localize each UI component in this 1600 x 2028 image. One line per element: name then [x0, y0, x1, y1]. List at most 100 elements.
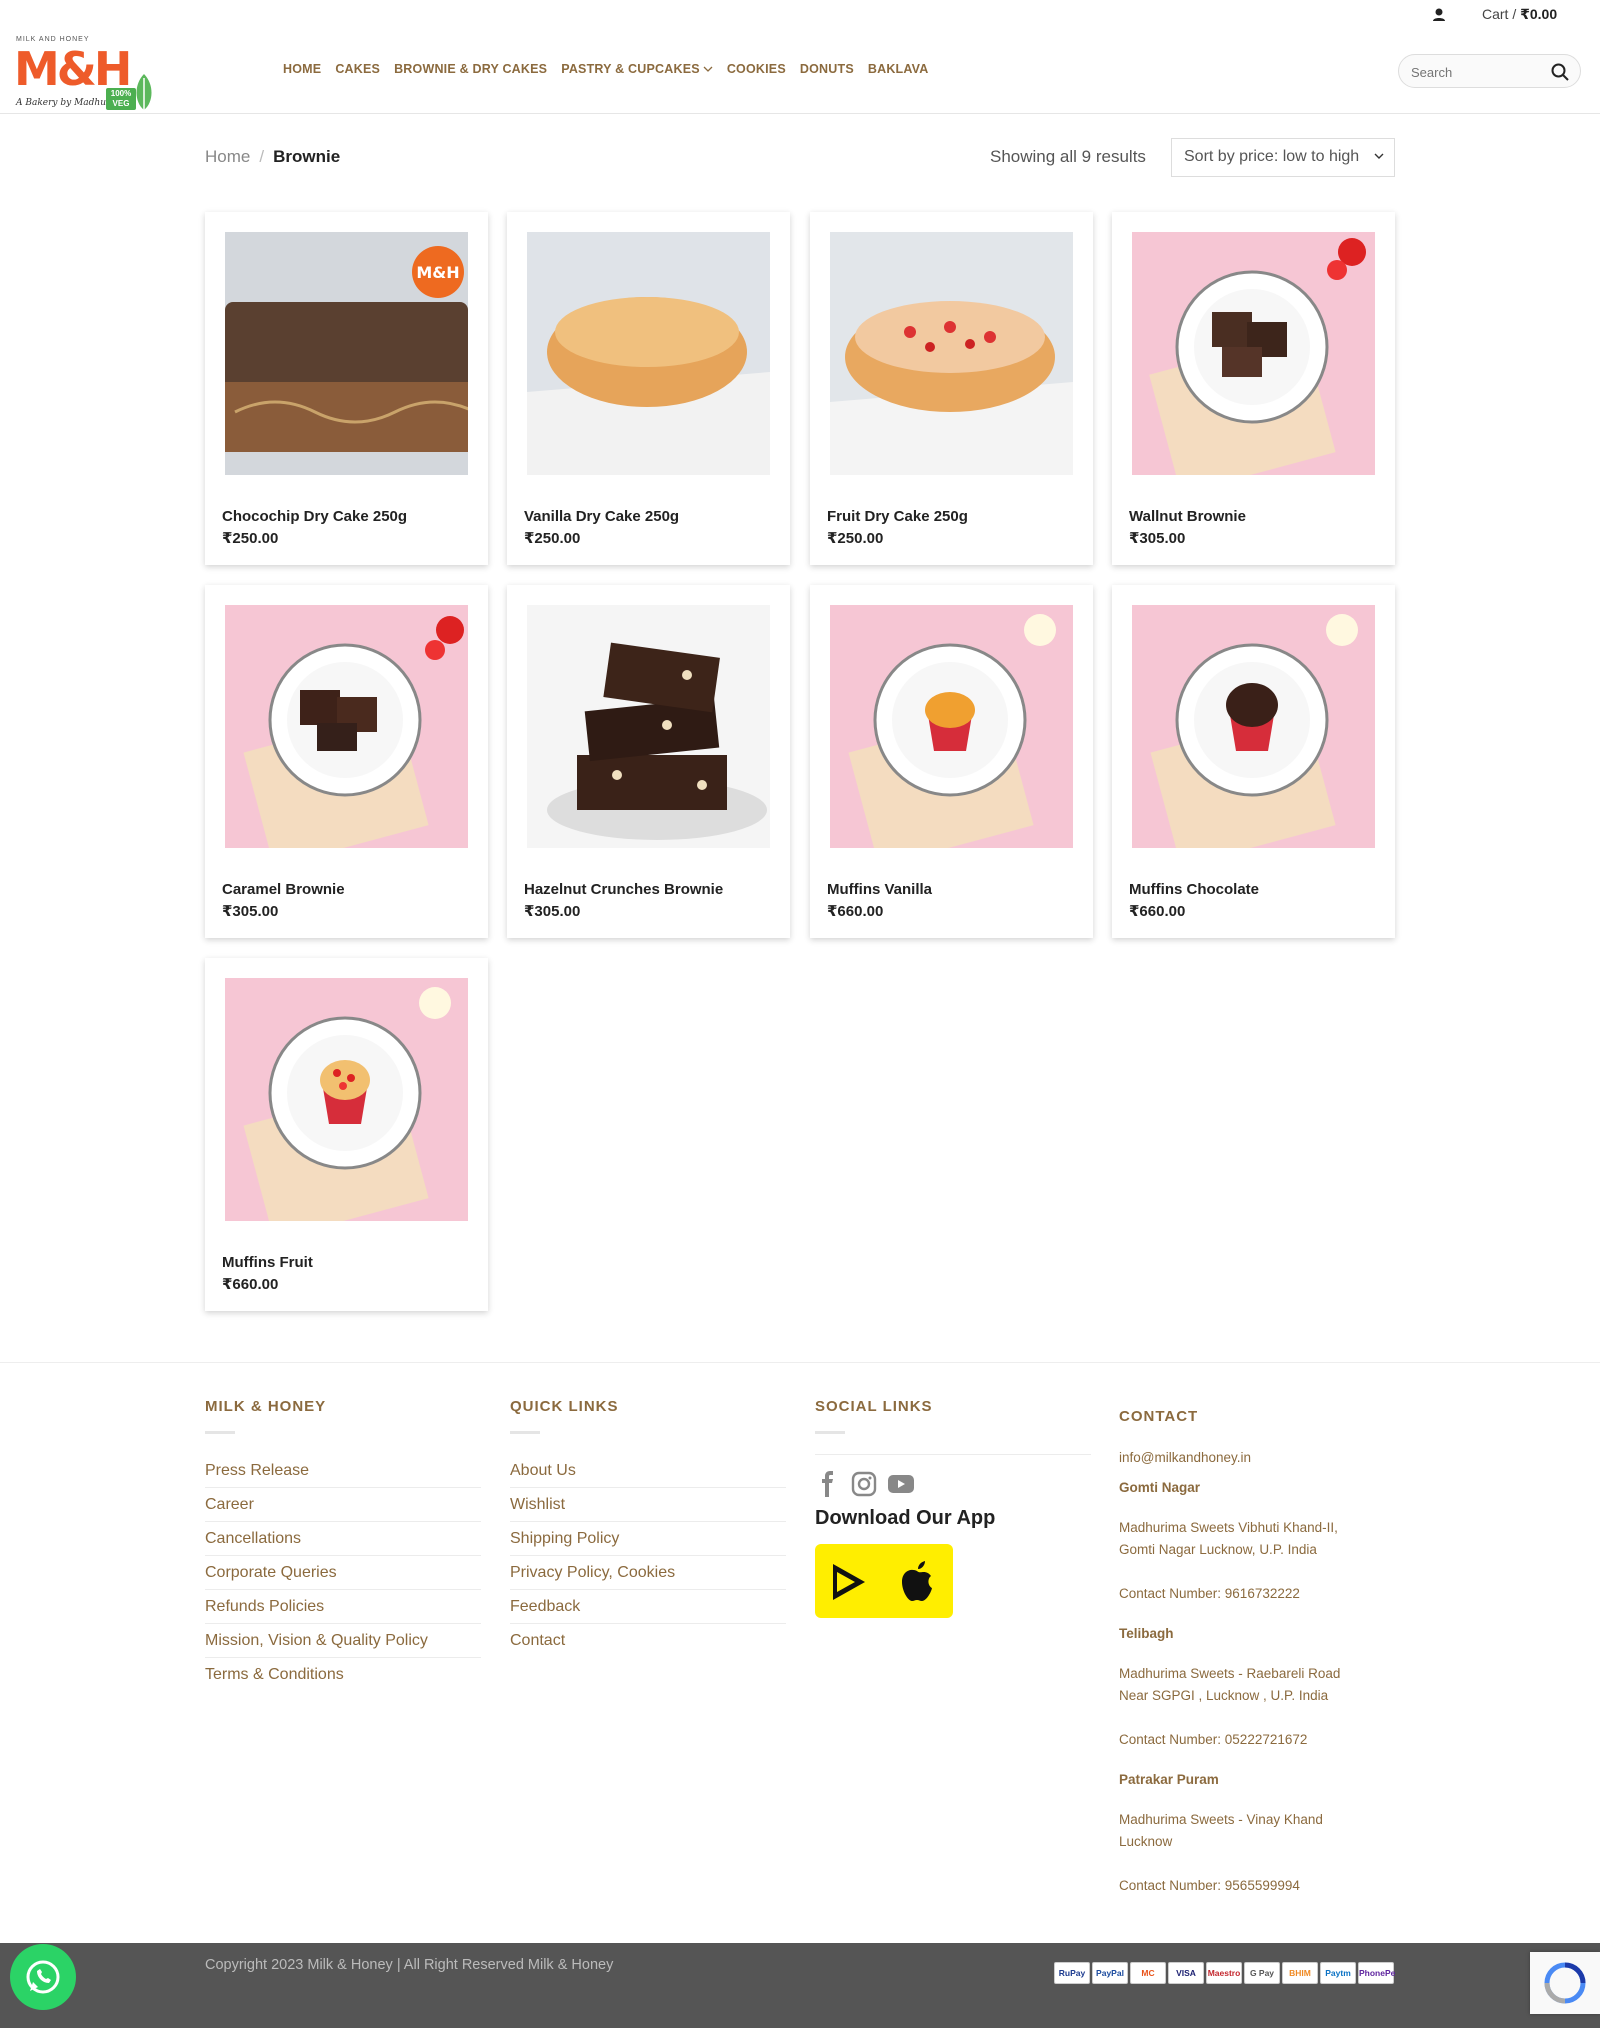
top-bar: Cart / ₹0.00: [0, 0, 1600, 30]
youtube-icon[interactable]: [887, 1471, 915, 1497]
svg-text:M&H: M&H: [416, 263, 459, 282]
nav-donuts[interactable]: DONUTS: [800, 62, 854, 76]
sort-select[interactable]: Sort by price: low to high: [1171, 138, 1395, 177]
facebook-icon[interactable]: [815, 1471, 841, 1497]
breadcrumb-home[interactable]: Home: [205, 147, 250, 166]
footer-heading: QUICK LINKS: [510, 1398, 619, 1415]
product-image[interactable]: [830, 232, 1073, 475]
product-image[interactable]: [830, 605, 1073, 848]
location-address: Madhurima Sweets - Raebareli Road: [1119, 1666, 1341, 1681]
location-address: Madhurima Sweets - Vinay Khand: [1119, 1812, 1323, 1827]
footer-link-contact[interactable]: Contact: [510, 1624, 786, 1657]
footer-link-press-release[interactable]: Press Release: [205, 1454, 481, 1488]
search-icon[interactable]: [1550, 62, 1570, 82]
footer-link-mission[interactable]: Mission, Vision & Quality Policy: [205, 1624, 481, 1658]
product-card[interactable]: Caramel Brownie ₹305.00: [205, 585, 488, 938]
bhim-icon: BHIM: [1282, 1962, 1318, 1984]
location-name: Telibagh: [1119, 1626, 1174, 1641]
location-phone[interactable]: Contact Number: 9565599994: [1119, 1875, 1340, 1897]
product-image[interactable]: [527, 232, 770, 475]
app-download-badge: [815, 1544, 953, 1618]
product-price: ₹250.00: [827, 530, 884, 547]
contact-email[interactable]: info@milkandhoney.in: [1119, 1447, 1340, 1469]
whatsapp-button[interactable]: [10, 1944, 76, 2010]
product-price: ₹305.00: [1129, 530, 1186, 547]
footer-link-refunds[interactable]: Refunds Policies: [205, 1590, 481, 1624]
heading-divider: [510, 1431, 540, 1434]
nav-brownie-dry-cakes[interactable]: BROWNIE & DRY CAKES: [394, 62, 547, 76]
breadcrumb-current: Brownie: [273, 147, 341, 166]
product-card[interactable]: Wallnut Brownie ₹305.00: [1112, 212, 1395, 565]
results-count: Showing all 9 results: [990, 147, 1146, 166]
instagram-icon[interactable]: [851, 1471, 877, 1497]
nav-baklava[interactable]: BAKLAVA: [868, 62, 929, 76]
product-name[interactable]: Muffins Fruit: [222, 1254, 313, 1271]
recaptcha-badge[interactable]: [1530, 1952, 1600, 2014]
product-name[interactable]: Fruit Dry Cake 250g: [827, 508, 968, 525]
product-card[interactable]: Muffins Fruit ₹660.00: [205, 958, 488, 1311]
location-phone[interactable]: Contact Number: 05222721672: [1119, 1729, 1340, 1751]
product-image[interactable]: [1132, 232, 1375, 475]
product-price: ₹305.00: [222, 903, 279, 920]
product-name[interactable]: Wallnut Brownie: [1129, 508, 1246, 525]
nav-home[interactable]: HOME: [283, 62, 321, 76]
location-address: Lucknow: [1119, 1834, 1173, 1849]
breadcrumb-separator: /: [259, 147, 265, 166]
product-name[interactable]: Vanilla Dry Cake 250g: [524, 508, 679, 525]
footer-link-shipping[interactable]: Shipping Policy: [510, 1522, 786, 1556]
footer-heading: CONTACT: [1119, 1408, 1199, 1425]
product-card[interactable]: Vanilla Dry Cake 250g ₹250.00: [507, 212, 790, 565]
product-price: ₹660.00: [1129, 903, 1186, 920]
product-image[interactable]: M&H: [225, 232, 468, 475]
footer-link-terms[interactable]: Terms & Conditions: [205, 1658, 481, 1691]
product-card[interactable]: Muffins Chocolate ₹660.00: [1112, 585, 1395, 938]
heading-divider: [815, 1431, 845, 1434]
footer-link-about[interactable]: About Us: [510, 1454, 786, 1488]
product-card[interactable]: M&H Chocochip Dry Cake 250g ₹250.00: [205, 212, 488, 565]
location-phone[interactable]: Contact Number: 9616732222: [1119, 1583, 1340, 1605]
footer-link-career[interactable]: Career: [205, 1488, 481, 1522]
cart-link[interactable]: Cart / ₹0.00: [1482, 6, 1557, 23]
product-card[interactable]: Muffins Vanilla ₹660.00: [810, 585, 1093, 938]
footer-link-privacy[interactable]: Privacy Policy, Cookies: [510, 1556, 786, 1590]
product-image[interactable]: [225, 605, 468, 848]
search-input[interactable]: [1411, 62, 1551, 82]
product-name[interactable]: Muffins Chocolate: [1129, 881, 1259, 898]
footer-column-contact: CONTACT info@milkandhoney.in Gomti Nagar…: [1119, 1408, 1340, 1897]
nav-cakes[interactable]: CAKES: [335, 62, 380, 76]
google-play-icon[interactable]: [827, 1561, 869, 1603]
whatsapp-icon: [26, 1960, 60, 1994]
user-icon[interactable]: [1430, 6, 1448, 24]
breadcrumb: Home / Brownie: [205, 147, 340, 167]
product-image[interactable]: [225, 978, 468, 1221]
product-image[interactable]: [527, 605, 770, 848]
nav-pastry-cupcakes[interactable]: PASTRY & CUPCAKES: [561, 62, 713, 76]
download-app-heading: Download Our App: [815, 1507, 996, 1529]
footer-link-corporate-queries[interactable]: Corporate Queries: [205, 1556, 481, 1590]
product-price: ₹250.00: [222, 530, 279, 547]
product-name[interactable]: Caramel Brownie: [222, 881, 345, 898]
footer-column-milk-honey: MILK & HONEY Press Release Career Cancel…: [205, 1398, 481, 1691]
maestro-icon: Maestro: [1206, 1962, 1242, 1984]
product-name[interactable]: Chocochip Dry Cake 250g: [222, 508, 407, 525]
footer-link-wishlist[interactable]: Wishlist: [510, 1488, 786, 1522]
product-name[interactable]: Hazelnut Crunches Brownie: [524, 881, 723, 898]
product-price: ₹660.00: [222, 1276, 279, 1293]
product-price: ₹660.00: [827, 903, 884, 920]
location-address: Gomti Nagar Lucknow, U.P. India: [1119, 1542, 1317, 1557]
footer-link-cancellations[interactable]: Cancellations: [205, 1522, 481, 1556]
visa-icon: VISA: [1168, 1962, 1204, 1984]
product-card[interactable]: Hazelnut Crunches Brownie ₹305.00: [507, 585, 790, 938]
site-logo[interactable]: MILK AND HONEY M&H A Bakery by Madhurima…: [14, 36, 164, 116]
apple-icon[interactable]: [899, 1559, 935, 1603]
footer-link-feedback[interactable]: Feedback: [510, 1590, 786, 1624]
nav-cookies[interactable]: COOKIES: [727, 62, 786, 76]
footer-links: Press Release Career Cancellations Corpo…: [205, 1454, 481, 1691]
product-card[interactable]: Fruit Dry Cake 250g ₹250.00: [810, 212, 1093, 565]
footer-heading: SOCIAL LINKS: [815, 1398, 933, 1415]
product-price: ₹250.00: [524, 530, 581, 547]
product-image[interactable]: [1132, 605, 1375, 848]
chevron-down-icon: [703, 66, 713, 72]
google-pay-icon: G Pay: [1244, 1962, 1280, 1984]
product-name[interactable]: Muffins Vanilla: [827, 881, 932, 898]
